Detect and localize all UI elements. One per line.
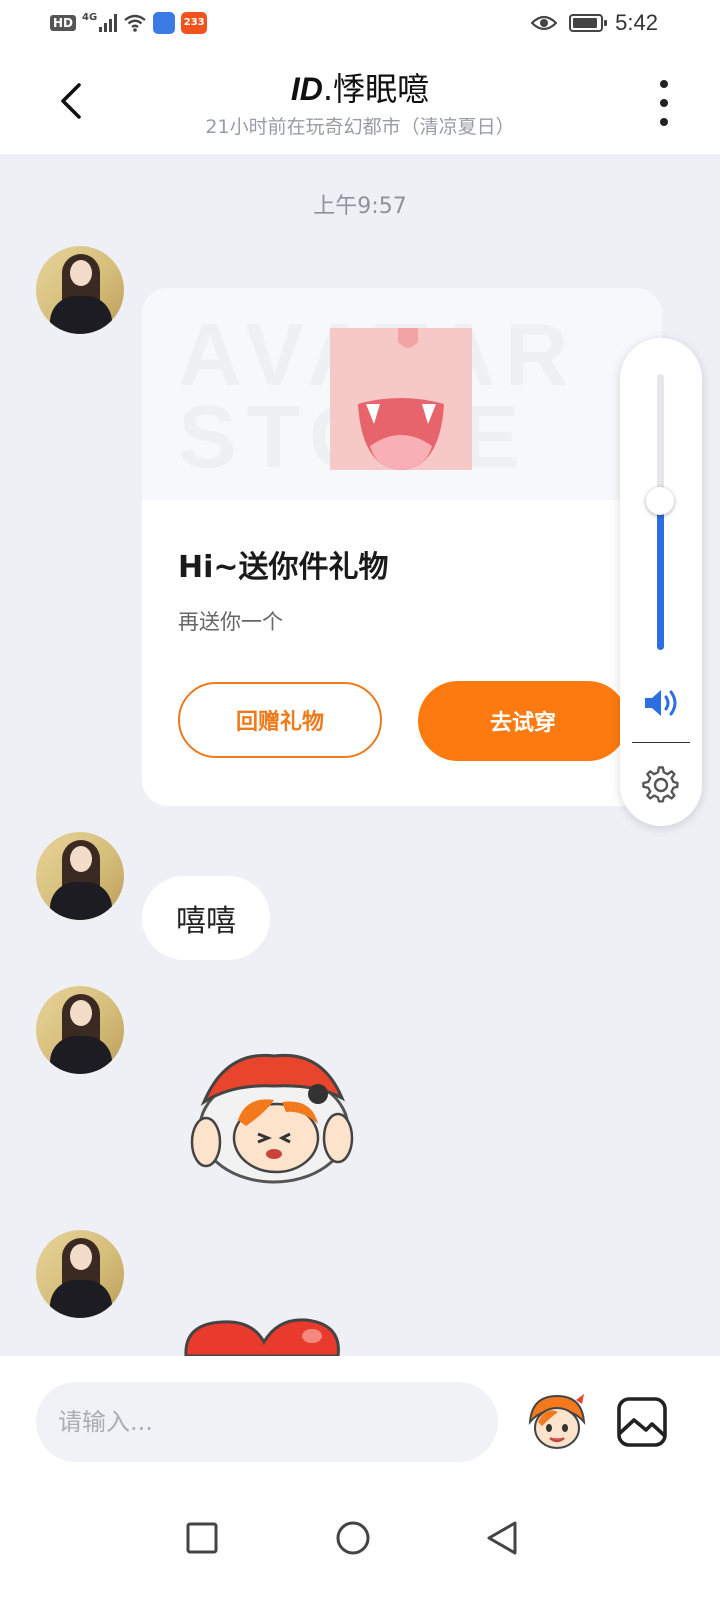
- wifi-icon: [124, 14, 146, 32]
- mascot-sticker[interactable]: [186, 1050, 356, 1186]
- back-nav-button[interactable]: [478, 1514, 526, 1562]
- status-icons-left: HD 4G 233: [50, 11, 208, 34]
- avatar[interactable]: [36, 986, 124, 1074]
- title-id-prefix: ID: [290, 71, 323, 107]
- square-icon: [186, 1522, 218, 1554]
- avatar[interactable]: [36, 246, 124, 334]
- home-button[interactable]: [329, 1514, 377, 1562]
- volume-thumb[interactable]: [646, 487, 674, 515]
- system-navigation-bar: [0, 1492, 720, 1600]
- online-status: 21小时前在玩奇幻都市（清凉夏日）: [205, 116, 515, 138]
- recents-button[interactable]: [178, 1514, 226, 1562]
- avatar[interactable]: [36, 1230, 124, 1318]
- gift-title: Hi~送你件礼物: [178, 550, 389, 585]
- image-icon[interactable]: [616, 1396, 668, 1448]
- status-time: 5:42: [615, 10, 658, 35]
- shield-app-icon: [153, 12, 176, 34]
- divider: [632, 742, 690, 743]
- hd-badge: HD: [50, 15, 77, 31]
- triangle-back-icon: [487, 1521, 517, 1555]
- message-timestamp: 上午9:57: [313, 194, 407, 219]
- eye-icon: [531, 15, 558, 31]
- gift-card: AVATAR STORE Hi~送你件礼物 再送你一个 回赠礼物 去试穿: [142, 288, 662, 806]
- status-icons-right: 5:42: [531, 10, 658, 36]
- speaker-icon[interactable]: [642, 686, 680, 720]
- page-title: ID.悸眠噫: [0, 64, 720, 110]
- message-text: 嘻嘻: [176, 904, 236, 939]
- chat-header: ID.悸眠噫 21小时前在玩奇幻都市（清凉夏日）: [0, 50, 720, 154]
- gift-item-thumbnail: [330, 328, 472, 470]
- volume-fill: [657, 501, 664, 650]
- gift-image[interactable]: AVATAR STORE: [142, 288, 662, 500]
- message-bubble[interactable]: 嘻嘻: [142, 876, 270, 960]
- title-username: .悸眠噫: [322, 70, 430, 108]
- gear-icon[interactable]: [642, 766, 680, 804]
- return-gift-button[interactable]: 回赠礼物: [178, 682, 382, 758]
- app-233-icon: 233: [181, 12, 208, 34]
- mascot-emoji-icon[interactable]: [524, 1392, 590, 1452]
- signal-icon: [99, 14, 118, 32]
- volume-panel: [620, 338, 702, 826]
- heart-sticker[interactable]: [182, 1316, 342, 1356]
- avatar[interactable]: [36, 832, 124, 920]
- status-bar: HD 4G 233 5:42: [0, 0, 720, 50]
- gift-description: 再送你一个: [178, 610, 283, 634]
- more-options-button[interactable]: [652, 80, 676, 126]
- try-on-button[interactable]: 去试穿: [418, 681, 628, 761]
- battery-icon: [569, 14, 608, 32]
- more-vertical-icon: [660, 80, 668, 88]
- circle-icon: [336, 1521, 370, 1555]
- message-input[interactable]: [36, 1382, 498, 1462]
- message-input-bar: [0, 1356, 720, 1492]
- network-type: 4G: [82, 11, 98, 23]
